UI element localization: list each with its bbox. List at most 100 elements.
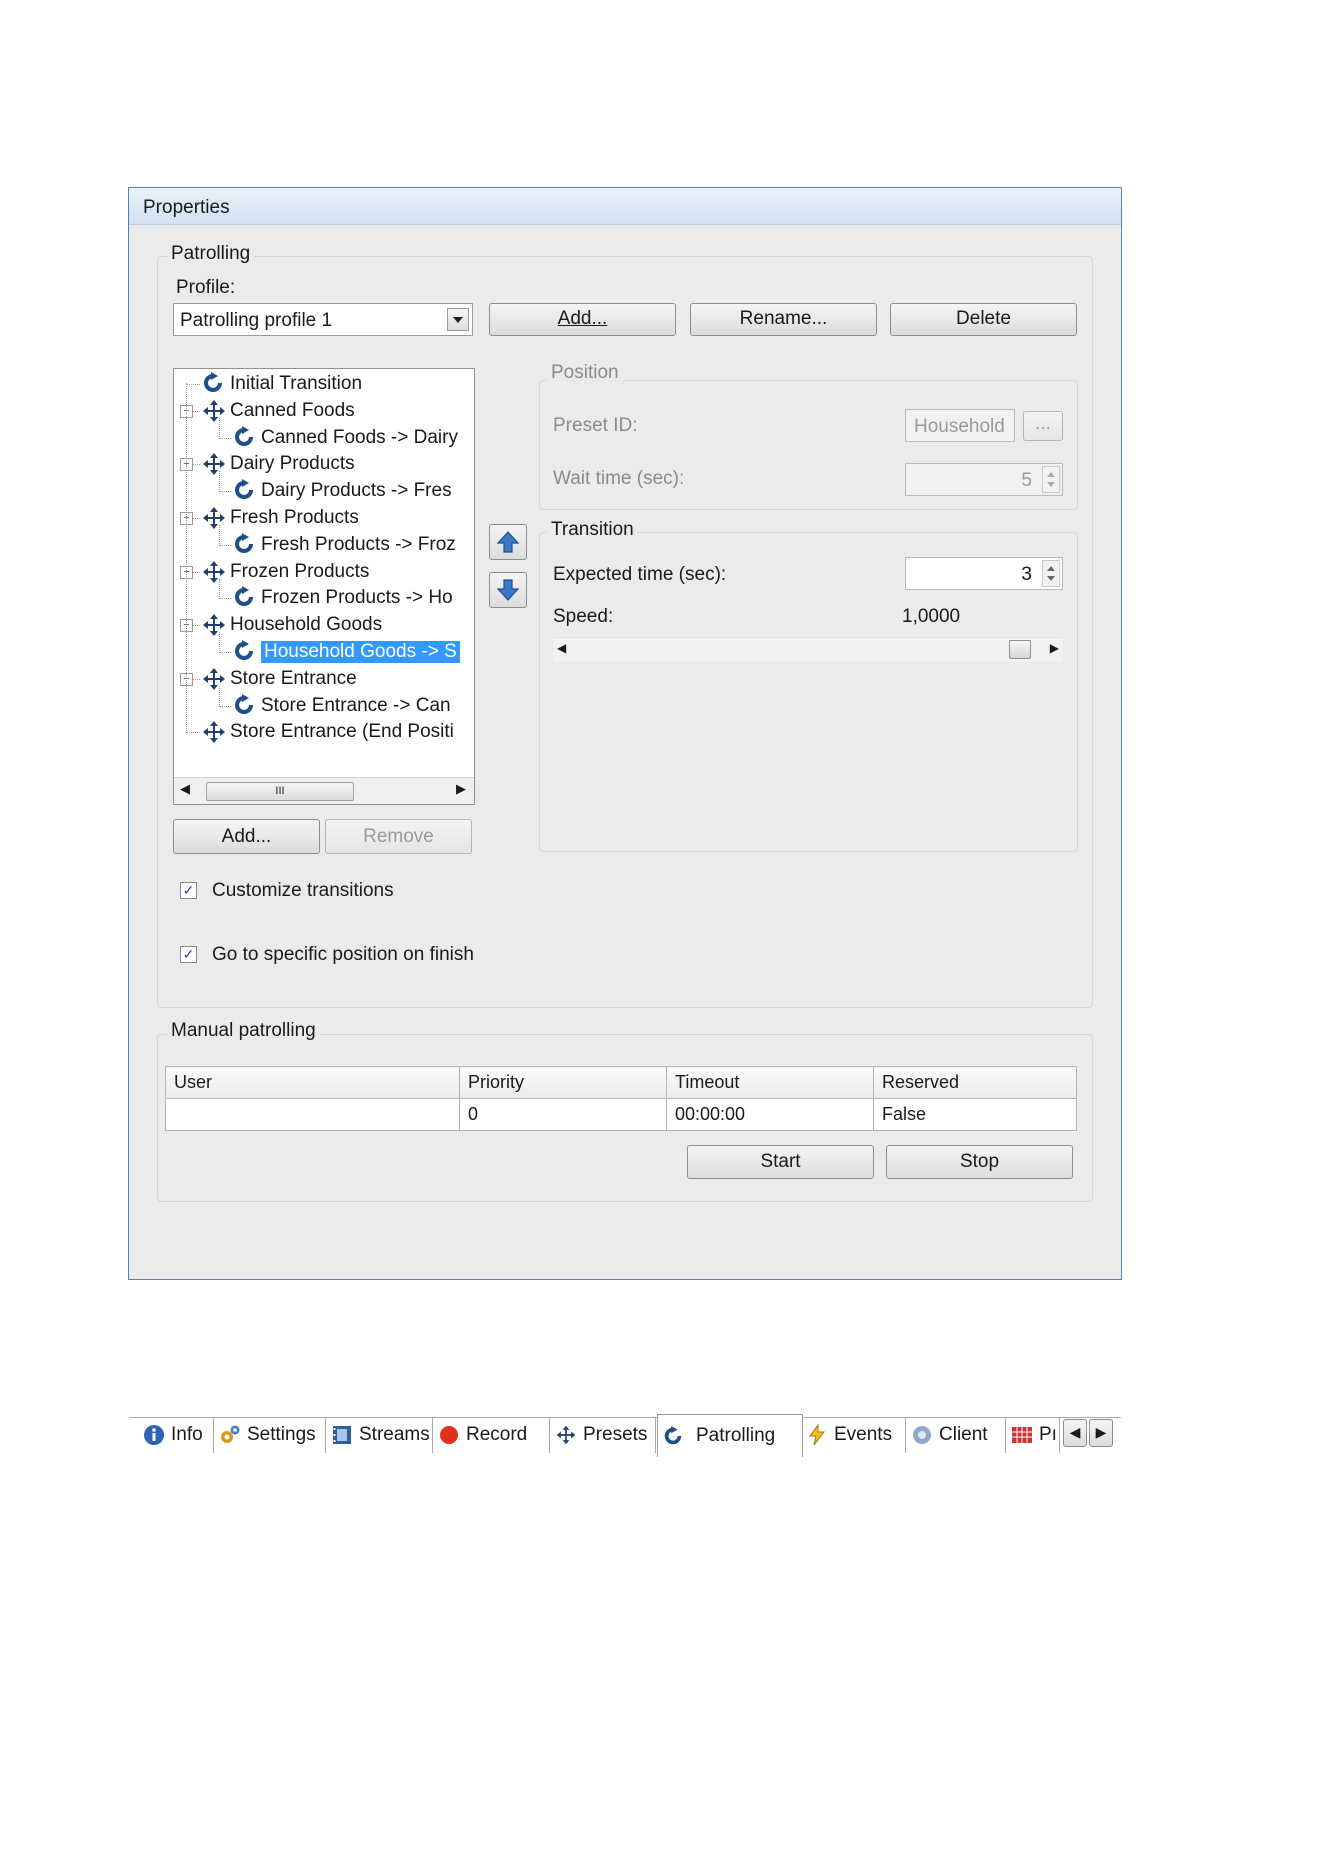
tree-connector	[186, 384, 200, 385]
wait-time-spinner	[1042, 466, 1060, 493]
tree-connector	[219, 491, 231, 493]
cell-user[interactable]	[165, 1098, 460, 1131]
tree-node-label: Store Entrance -> Can	[261, 694, 451, 716]
tab-streams[interactable]: Streams	[327, 1417, 433, 1453]
column-reserved[interactable]: Reserved	[873, 1066, 1077, 1099]
tree-trunk-line	[186, 383, 187, 732]
tab-label: Presets	[583, 1424, 648, 1445]
cell-timeout[interactable]: 00:00:00	[666, 1098, 874, 1131]
tree-node[interactable]: Store Entrance (End Positi	[174, 719, 474, 745]
tab-label: Record	[466, 1424, 528, 1445]
move-icon	[201, 505, 227, 531]
scroll-grip: III	[275, 785, 285, 797]
wait-time-value: 5	[1021, 470, 1032, 491]
move-icon	[201, 719, 227, 745]
profile-delete-button[interactable]: Delete	[890, 303, 1077, 336]
column-timeout[interactable]: Timeout	[666, 1066, 874, 1099]
tree-node-label: Fresh Products	[230, 507, 359, 528]
tree-branch-line	[219, 471, 220, 493]
slider-right-icon[interactable]: ▶	[1050, 641, 1059, 655]
rotate-icon	[232, 425, 256, 449]
rotate-icon	[662, 1425, 684, 1447]
goto-position-label[interactable]: Go to specific position on finish	[212, 944, 474, 966]
spin-arrows-icon	[1047, 472, 1055, 487]
move-down-button[interactable]	[489, 572, 527, 608]
start-button[interactable]: Start	[687, 1145, 874, 1179]
tree-node-label: Fresh Products -> Froz	[261, 533, 456, 555]
customize-transitions-label[interactable]: Customize transitions	[212, 880, 394, 902]
grid-icon	[1011, 1424, 1033, 1446]
tree-node[interactable]: Initial Transition	[174, 371, 474, 397]
speed-slider[interactable]: ◀ ▶	[553, 637, 1063, 662]
move-icon	[201, 559, 227, 585]
expected-time-field[interactable]: 3	[905, 557, 1063, 590]
expected-time-spinner[interactable]	[1042, 560, 1060, 587]
slider-thumb[interactable]	[1009, 640, 1031, 659]
cell-priority[interactable]: 0	[459, 1098, 667, 1131]
tree-node-label: Household Goods -> S	[261, 641, 460, 663]
rotate-icon	[232, 532, 256, 556]
column-priority[interactable]: Priority	[459, 1066, 667, 1099]
position-legend: Position	[547, 362, 623, 384]
tab-scroll-left-button[interactable]: ◀	[1063, 1419, 1087, 1447]
tree-horizontal-scrollbar[interactable]: ◀ III ▶	[174, 777, 474, 804]
tab-label: Settings	[247, 1424, 316, 1445]
profile-dropdown[interactable]: Patrolling profile 1	[173, 303, 473, 336]
tab-info[interactable]: Info	[139, 1417, 214, 1453]
tab-p[interactable]: Pı	[1007, 1417, 1060, 1453]
info-icon	[143, 1424, 165, 1446]
scroll-right-icon[interactable]: ▶	[456, 781, 466, 797]
speed-value: 1,0000	[902, 606, 961, 627]
tab-presets[interactable]: Presets	[551, 1417, 656, 1453]
tab-scroll-right-button[interactable]: ▶	[1089, 1419, 1113, 1447]
stop-button[interactable]: Stop	[886, 1145, 1073, 1179]
rotate-icon	[201, 371, 225, 395]
properties-panel: Properties Patrolling Profile: Patrollin…	[128, 187, 1122, 1457]
arrow-up-icon	[496, 531, 520, 553]
tree-branch-line	[219, 417, 220, 439]
preset-browse-button: ...	[1023, 411, 1063, 441]
goto-position-checkbox[interactable]: ✓	[180, 946, 197, 963]
tab-events[interactable]: Events	[802, 1417, 906, 1453]
slider-left-icon[interactable]: ◀	[557, 641, 566, 655]
expected-time-label: Expected time (sec):	[553, 564, 727, 585]
scroll-left-icon[interactable]: ◀	[180, 781, 190, 797]
customize-transitions-checkbox[interactable]: ✓	[180, 882, 197, 899]
arrow-down-icon	[496, 579, 520, 601]
tree-node-label: Frozen Products -> Ho	[261, 587, 453, 609]
patrol-tree[interactable]: Initial Transition − Canned Foods Canned Fo…	[173, 368, 475, 805]
profile-rename-button[interactable]: Rename...	[690, 303, 877, 336]
tab-label: Patrolling	[696, 1425, 776, 1446]
dropdown-button[interactable]	[447, 308, 469, 331]
cell-reserved[interactable]: False	[873, 1098, 1077, 1131]
tree-node-label: Store Entrance	[230, 667, 357, 689]
profile-add-button[interactable]: Add...	[489, 303, 676, 336]
tree-connector	[186, 732, 200, 734]
tab-settings[interactable]: Settings	[215, 1417, 326, 1453]
profile-label: Profile:	[176, 277, 236, 298]
tab-label: Pı	[1039, 1424, 1057, 1445]
wait-time-label: Wait time (sec):	[553, 468, 685, 489]
window-title: Properties	[143, 197, 230, 218]
scroll-thumb[interactable]: III	[206, 782, 354, 801]
tree-connector	[219, 705, 231, 707]
move-icon	[201, 612, 227, 638]
tab-record[interactable]: Record	[434, 1417, 550, 1453]
column-user[interactable]: User	[165, 1066, 460, 1099]
tab-patrolling[interactable]: Patrolling	[657, 1414, 803, 1457]
tab-client[interactable]: Client	[907, 1417, 1006, 1453]
tree-node-label: Store Entrance (End Positi	[230, 721, 454, 743]
transition-legend: Transition	[547, 519, 638, 541]
rotate-icon	[232, 693, 256, 717]
tree-node-label: Canned Foods -> Dairy	[261, 426, 458, 448]
streams-icon	[331, 1424, 353, 1446]
table-row[interactable]: 0 00:00:00 False	[165, 1098, 1077, 1131]
wait-time-field: 5	[905, 463, 1063, 496]
tree-add-button[interactable]: Add...	[173, 819, 320, 854]
settings-icon	[219, 1424, 241, 1446]
expected-time-value: 3	[1021, 564, 1032, 585]
preset-id-field: Household	[905, 409, 1015, 442]
tree-connector	[219, 437, 231, 439]
move-up-button[interactable]	[489, 524, 527, 560]
tab-label: Client	[939, 1424, 988, 1445]
